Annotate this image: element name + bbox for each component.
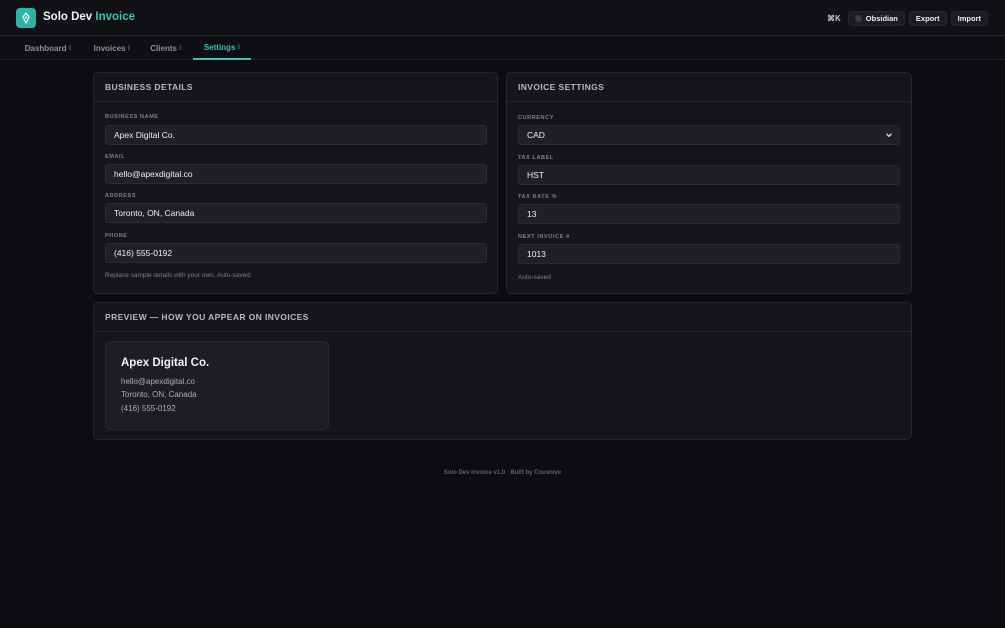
- export-label: Export: [915, 14, 940, 23]
- next-invoice-input[interactable]: 1013: [518, 244, 900, 264]
- autosave-note: Auto-saved: [518, 274, 551, 281]
- phone-label: PHONE: [105, 233, 128, 239]
- footer: Solo Dev Invoice v1.0 · Built by Cousniv…: [443, 470, 562, 476]
- tax-label-input[interactable]: HST: [518, 165, 900, 185]
- tab-invoices[interactable]: Invoices ▯: [88, 36, 136, 60]
- preview-business-name: Apex Digital Co.: [121, 357, 210, 369]
- command-palette-shortcut[interactable]: ⌘K: [827, 14, 841, 23]
- tab-dashboard[interactable]: Dashboard ▯: [20, 36, 76, 60]
- tax-label-label: TAX LABEL: [518, 155, 554, 161]
- card-title: PREVIEW — HOW YOU APPEAR ON INVOICES: [94, 303, 911, 332]
- preview-phone: (416) 555-0192: [121, 404, 176, 413]
- currency-select[interactable]: CAD: [518, 125, 900, 145]
- phone-input[interactable]: (416) 555-0192: [105, 243, 487, 263]
- autosave-note: Replace sample details with your own. Au…: [105, 272, 252, 279]
- address-input[interactable]: Toronto, ON, Canada: [105, 203, 487, 223]
- tab-caret-icon: ▯: [178, 45, 182, 51]
- header-actions: ⌘K Obsidian Export Import: [827, 11, 988, 26]
- business-name-input[interactable]: Apex Digital Co.: [105, 125, 487, 145]
- preview-email: hello@apexdigital.co: [121, 377, 195, 386]
- top-bar: Solo Dev Invoice ⌘K Obsidian Export Impo…: [0, 0, 1005, 36]
- tax-rate-input[interactable]: 13: [518, 204, 900, 224]
- invoice-settings-card: INVOICE SETTINGS CURRENCY CAD TAX LABEL …: [506, 72, 912, 294]
- currency-label: CURRENCY: [518, 115, 554, 121]
- email-label: EMAIL: [105, 154, 126, 160]
- card-title: INVOICE SETTINGS: [507, 73, 911, 102]
- tab-label: Settings: [203, 42, 236, 52]
- theme-dot-icon: [854, 15, 862, 22]
- main-nav: Dashboard ▯ Invoices ▯ Clients ▯ Settings ▯: [0, 36, 1005, 60]
- card-title: BUSINESS DETAILS: [94, 73, 497, 102]
- preview-address: Toronto, ON, Canada: [121, 390, 197, 399]
- tab-settings[interactable]: Settings ▯: [193, 36, 251, 60]
- tab-caret-icon: ▯: [68, 45, 72, 51]
- import-label: Import: [957, 14, 981, 23]
- tab-caret-icon: ▯: [237, 44, 241, 50]
- tab-caret-icon: ▯: [127, 45, 131, 51]
- theme-button[interactable]: Obsidian: [847, 11, 905, 26]
- tab-label: Dashboard: [24, 43, 67, 53]
- currency-value: CAD: [527, 130, 545, 140]
- pen-nib-icon[interactable]: [16, 8, 36, 28]
- business-details-card: BUSINESS DETAILS BUSINESS NAME Apex Digi…: [93, 72, 498, 294]
- tab-label: Invoices: [93, 43, 126, 53]
- address-label: ADDRESS: [105, 193, 137, 199]
- brand-accent: Invoice: [95, 11, 136, 23]
- business-name-label: BUSINESS NAME: [105, 114, 159, 120]
- export-button[interactable]: Export: [908, 11, 947, 26]
- brand-main: Solo Dev: [43, 11, 93, 23]
- app-title: Solo Dev Invoice: [43, 11, 135, 23]
- invoice-preview: Apex Digital Co. hello@apexdigital.co To…: [105, 341, 329, 430]
- tax-rate-label: TAX RATE %: [518, 194, 558, 200]
- theme-label: Obsidian: [865, 14, 898, 23]
- tab-label: Clients: [150, 43, 177, 53]
- email-input[interactable]: hello@apexdigital.co: [105, 164, 487, 184]
- import-button[interactable]: Import: [950, 11, 988, 26]
- chevron-down-icon: [886, 133, 892, 138]
- preview-card: PREVIEW — HOW YOU APPEAR ON INVOICES Ape…: [93, 302, 912, 440]
- tab-clients[interactable]: Clients ▯: [145, 36, 187, 60]
- next-invoice-label: NEXT INVOICE #: [518, 234, 570, 240]
